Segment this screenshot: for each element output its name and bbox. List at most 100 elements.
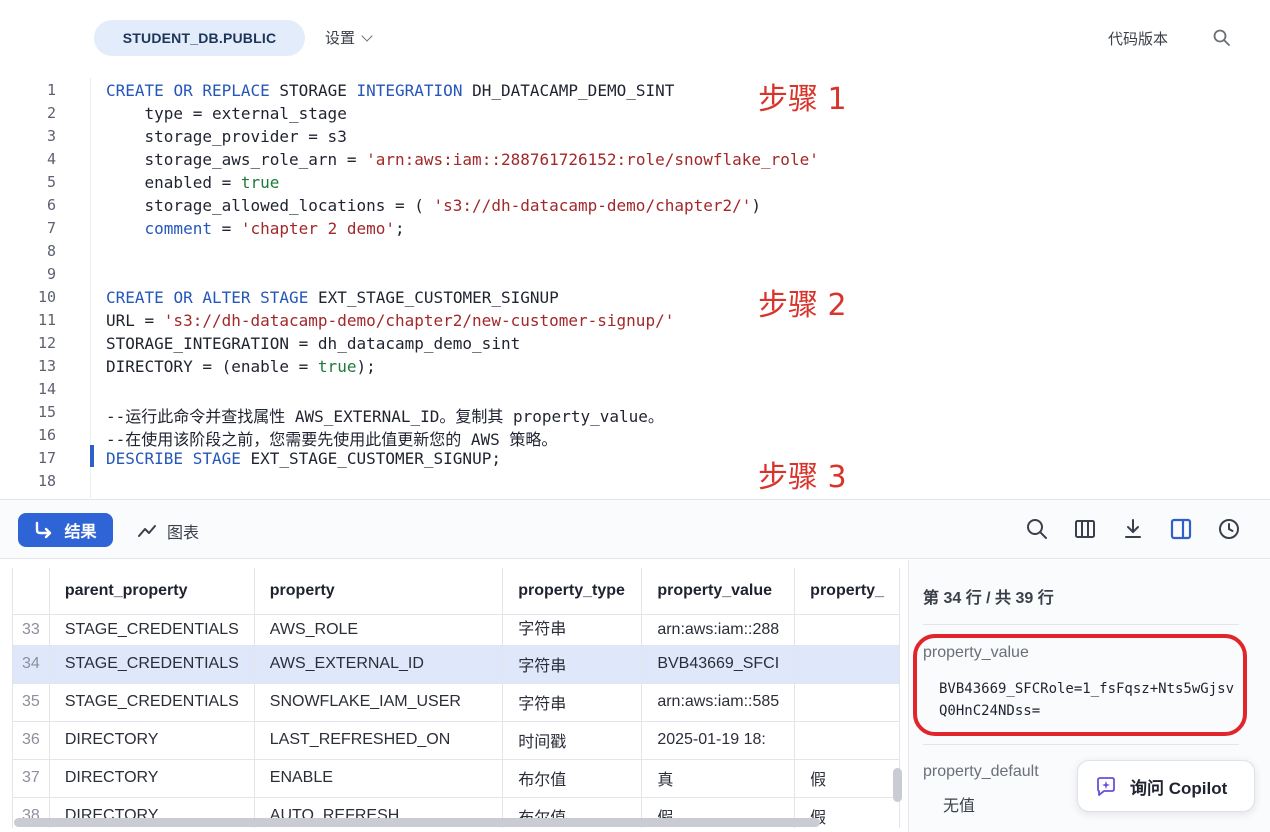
table-cell[interactable]: AWS_EXTERNAL_ID bbox=[254, 645, 504, 684]
results-tab[interactable]: 结果 bbox=[18, 513, 113, 547]
return-arrow-icon bbox=[36, 521, 52, 539]
code-text: CREATE OR ALTER STAGE EXT_STAGE_CUSTOMER… bbox=[106, 288, 559, 307]
code-line[interactable]: 8 bbox=[0, 242, 1000, 265]
split-panel-icon[interactable] bbox=[1169, 517, 1193, 541]
code-text: type = external_stage bbox=[106, 104, 347, 123]
table-cell[interactable]: AWS_ROLE bbox=[254, 614, 504, 646]
column-header[interactable]: parent_property bbox=[49, 568, 255, 615]
vertical-scrollbar[interactable] bbox=[893, 768, 902, 802]
code-line[interactable]: 4 storage_aws_role_arn = 'arn:aws:iam::2… bbox=[0, 150, 1000, 173]
code-text: CREATE OR REPLACE STORAGE INTEGRATION DH… bbox=[106, 81, 675, 100]
search-icon[interactable] bbox=[1212, 28, 1232, 48]
code-text: storage_allowed_locations = ( 's3://dh-d… bbox=[106, 196, 762, 215]
table-cell[interactable]: ENABLE bbox=[254, 759, 504, 798]
property-default-value: 无值 bbox=[943, 798, 976, 815]
column-header[interactable]: property_ bbox=[794, 568, 900, 615]
table-cell[interactable]: 时间戳 bbox=[502, 721, 643, 760]
code-text: comment = 'chapter 2 demo'; bbox=[144, 219, 405, 238]
column-header[interactable]: property_type bbox=[502, 568, 643, 615]
table-row[interactable]: 34 STAGE_CREDENTIALS AWS_EXTERNAL_ID 字符串 BVB… bbox=[13, 645, 900, 684]
sql-editor[interactable]: 1 CREATE OR REPLACE STORAGE INTEGRATION D… bbox=[0, 78, 1270, 498]
table-cell[interactable]: DIRECTORY bbox=[49, 721, 255, 760]
code-text: --运行此命令并查找属性 AWS_EXTERNAL_ID。复制其 propert… bbox=[106, 407, 664, 426]
line-number: 1 bbox=[46, 81, 56, 99]
table-cell[interactable]: 字符串 bbox=[502, 645, 643, 684]
code-line[interactable]: 2 type = external_stage bbox=[0, 104, 1000, 127]
code-line[interactable]: 13 DIRECTORY = (enable = true); bbox=[0, 357, 1000, 380]
code-line[interactable]: 6 storage_allowed_locations = ( 's3://dh… bbox=[0, 196, 1000, 219]
code-line[interactable]: 12 STORAGE_INTEGRATION = dh_datacamp_demo… bbox=[0, 334, 1000, 357]
table-cell[interactable]: 字符串 bbox=[502, 683, 643, 722]
database-selector[interactable]: STUDENT_DB.PUBLIC bbox=[94, 20, 305, 56]
download-icon[interactable] bbox=[1121, 517, 1145, 541]
row-detail-panel: 第 34 行 / 共 39 行 property_value BVB43669_… bbox=[908, 560, 1270, 832]
history-icon[interactable] bbox=[1217, 517, 1241, 541]
code-line[interactable]: 18 bbox=[0, 472, 1000, 495]
table-row[interactable]: 35 STAGE_CREDENTIALS SNOWFLAKE_IAM_USER 字符串… bbox=[13, 683, 900, 722]
table-cell[interactable]: 2025-01-19 18: bbox=[641, 721, 796, 760]
code-line[interactable]: 9 bbox=[0, 265, 1000, 288]
step-annotation-3: 步骤 3 bbox=[758, 460, 847, 495]
code-text: DIRECTORY = (enable = true); bbox=[106, 357, 376, 376]
table-cell[interactable] bbox=[794, 683, 900, 722]
table-cell[interactable]: SNOWFLAKE_IAM_USER bbox=[254, 683, 504, 722]
columns-icon[interactable] bbox=[1073, 517, 1097, 541]
table-cell[interactable]: BVB43669_SFCI bbox=[641, 645, 796, 684]
line-number: 9 bbox=[46, 265, 56, 283]
code-text: STORAGE_INTEGRATION = dh_datacamp_demo_s… bbox=[106, 334, 521, 353]
table-row[interactable]: 37 DIRECTORY ENABLE 布尔值真假 bbox=[13, 759, 900, 798]
line-number: 7 bbox=[46, 219, 56, 237]
column-header[interactable]: property_value bbox=[641, 568, 796, 615]
line-number: 14 bbox=[37, 380, 56, 398]
code-line[interactable]: 7 comment = 'chapter 2 demo'; bbox=[0, 219, 1000, 242]
table-cell[interactable]: 假 bbox=[794, 759, 900, 798]
code-line[interactable]: 1 CREATE OR REPLACE STORAGE INTEGRATION D… bbox=[0, 81, 1000, 104]
row-number-header[interactable] bbox=[13, 568, 50, 615]
code-line[interactable]: 5 enabled = true bbox=[0, 173, 1000, 196]
line-number: 5 bbox=[46, 173, 56, 191]
table-cell[interactable]: DIRECTORY bbox=[49, 759, 255, 798]
line-number: 10 bbox=[37, 288, 56, 306]
code-line[interactable]: 14 bbox=[0, 380, 1000, 403]
ask-copilot-button[interactable]: 询问 Copilot bbox=[1077, 760, 1255, 812]
row-number: 34 bbox=[13, 645, 50, 684]
table-cell[interactable]: STAGE_CREDENTIALS bbox=[49, 683, 255, 722]
highlight-annotation bbox=[913, 634, 1247, 736]
row-number: 33 bbox=[13, 614, 50, 646]
table-cell[interactable] bbox=[794, 645, 900, 684]
search-icon[interactable] bbox=[1025, 517, 1049, 541]
table-cell[interactable]: arn:aws:iam::288 bbox=[641, 614, 796, 646]
table-cell[interactable]: arn:aws:iam::585 bbox=[641, 683, 796, 722]
code-line[interactable]: 17 DESCRIBE STAGE EXT_STAGE_CUSTOMER_SIGN… bbox=[0, 449, 1000, 472]
line-number: 18 bbox=[37, 472, 56, 490]
divider bbox=[923, 624, 1239, 625]
step-annotation-2: 步骤 2 bbox=[758, 288, 847, 323]
table-cell[interactable]: 真 bbox=[641, 759, 796, 798]
table-cell[interactable]: STAGE_CREDENTIALS bbox=[49, 614, 255, 646]
column-header[interactable]: property bbox=[254, 568, 504, 615]
code-line[interactable]: 3 storage_provider = s3 bbox=[0, 127, 1000, 150]
table-cell[interactable]: 字符串 bbox=[502, 614, 643, 646]
code-line[interactable]: 11 URL = 's3://dh-datacamp-demo/chapter2/… bbox=[0, 311, 1000, 334]
table-cell[interactable] bbox=[794, 614, 900, 646]
table-cell[interactable] bbox=[794, 721, 900, 760]
table-header-row: parent_property property property_type prop… bbox=[13, 568, 900, 615]
table-row[interactable]: 36 DIRECTORY LAST_REFRESHED_ON 时间戳 2025-01-1… bbox=[13, 721, 900, 760]
horizontal-scrollbar[interactable] bbox=[14, 818, 820, 827]
code-line[interactable]: 16 --在使用该阶段之前，您需要先使用此值更新您的 AWS 策略。 bbox=[0, 426, 1000, 449]
table-row[interactable]: 33 STAGE_CREDENTIALS AWS_ROLE 字符串 arn:aws:ia… bbox=[13, 614, 900, 646]
chart-tab[interactable]: 图表 bbox=[137, 519, 199, 543]
code-text: enabled = true bbox=[106, 173, 280, 192]
table-body: 33 STAGE_CREDENTIALS AWS_ROLE 字符串 arn:aws:ia… bbox=[13, 614, 900, 828]
divider bbox=[923, 744, 1239, 745]
code-line[interactable]: 10 CREATE OR ALTER STAGE EXT_STAGE_CUSTOM… bbox=[0, 288, 1000, 311]
line-number: 3 bbox=[46, 127, 56, 145]
table-cell[interactable]: STAGE_CREDENTIALS bbox=[49, 645, 255, 684]
code-version-button[interactable]: 代码版本 bbox=[1108, 28, 1168, 49]
settings-dropdown[interactable]: 设置 bbox=[325, 27, 373, 48]
row-number: 35 bbox=[13, 683, 50, 722]
results-table[interactable]: parent_property property property_type prop… bbox=[12, 568, 900, 828]
table-cell[interactable]: LAST_REFRESHED_ON bbox=[254, 721, 504, 760]
code-line[interactable]: 15 --运行此命令并查找属性 AWS_EXTERNAL_ID。复制其 prope… bbox=[0, 403, 1000, 426]
table-cell[interactable]: 布尔值 bbox=[502, 759, 643, 798]
